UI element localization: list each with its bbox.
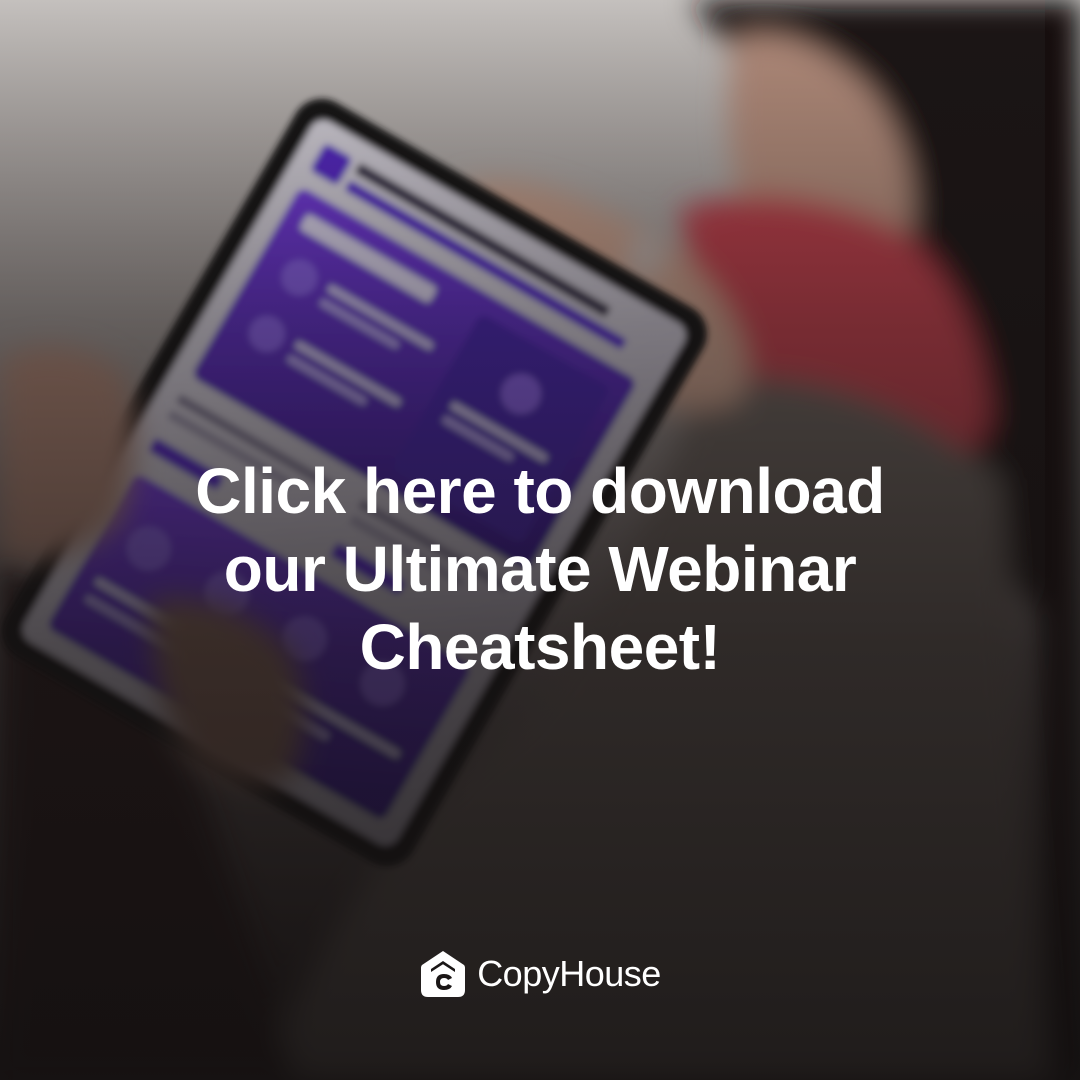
headline-line-3: Cheatsheet! [359,611,721,683]
headline-line-1: Click here to download [195,455,885,527]
promo-card[interactable]: Click here to download our Ultimate Webi… [0,0,1080,1080]
copyhouse-house-c-icon [421,951,466,997]
brand-name: CopyHouse [477,953,661,994]
headline-line-2: our Ultimate Webinar [223,533,857,605]
headline[interactable]: Click here to download our Ultimate Webi… [90,452,990,686]
brand-logo[interactable]: CopyHouse [0,946,1080,1002]
